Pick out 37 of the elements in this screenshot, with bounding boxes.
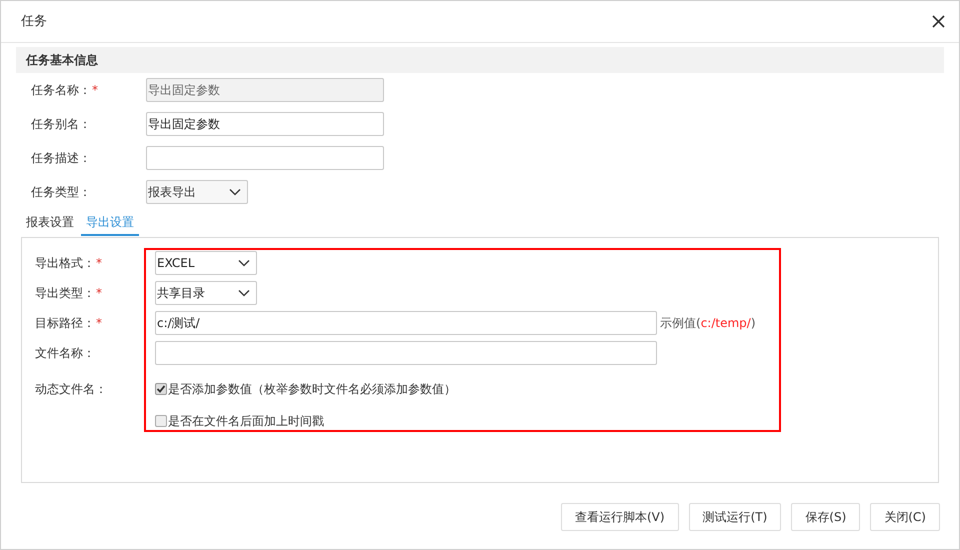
close-icon[interactable] <box>932 15 945 28</box>
checkbox-label: 是否添加参数值（枚举参数时文件名必须添加参数值） <box>168 381 456 398</box>
required-mark: * <box>96 255 102 272</box>
checkbox[interactable] <box>155 383 167 395</box>
dialog-button[interactable]: 测试运行(T) <box>688 503 782 531</box>
field-label: 导出类型： <box>35 285 95 302</box>
tab[interactable]: 报表设置 <box>21 213 79 236</box>
tab[interactable]: 导出设置 <box>81 213 139 236</box>
field-label: 导出格式： <box>35 255 95 272</box>
dialog-button[interactable]: 查看运行脚本(V) <box>560 503 679 531</box>
field-label: 任务名称： <box>31 82 91 99</box>
field-label: 任务别名： <box>31 116 91 133</box>
dropdown[interactable]: 共享目录 <box>155 281 257 305</box>
window-title: 任务 <box>21 12 47 31</box>
chevron-down-icon <box>229 188 241 196</box>
field-label: 任务描述： <box>31 150 91 167</box>
example-hint: 示例值(c:/temp/) <box>660 315 756 332</box>
dropdown[interactable]: EXCEL <box>155 251 257 275</box>
text-field[interactable]: 导出固定参数 <box>146 112 384 136</box>
checkbox[interactable] <box>155 415 167 427</box>
text-field[interactable]: c:/测试/ <box>155 311 657 335</box>
required-mark: * <box>92 82 98 99</box>
text-field[interactable] <box>146 146 384 170</box>
dialog-button[interactable]: 关闭(C) <box>870 503 940 531</box>
field-label: 动态文件名： <box>35 381 107 398</box>
field-label: 目标路径： <box>35 315 95 332</box>
dialog-button[interactable]: 保存(S) <box>791 503 860 531</box>
chevron-down-icon <box>238 289 250 297</box>
field-label: 文件名称： <box>35 345 95 362</box>
checkbox-label: 是否在文件名后面加上时间戳 <box>168 413 324 430</box>
field-label: 任务类型： <box>31 184 91 201</box>
required-mark: * <box>96 285 102 302</box>
required-mark: * <box>96 315 102 332</box>
text-field[interactable] <box>155 341 657 365</box>
chevron-down-icon <box>238 259 250 267</box>
section-title: 任务基本信息 <box>26 52 98 69</box>
dropdown[interactable]: 报表导出 <box>146 180 248 204</box>
